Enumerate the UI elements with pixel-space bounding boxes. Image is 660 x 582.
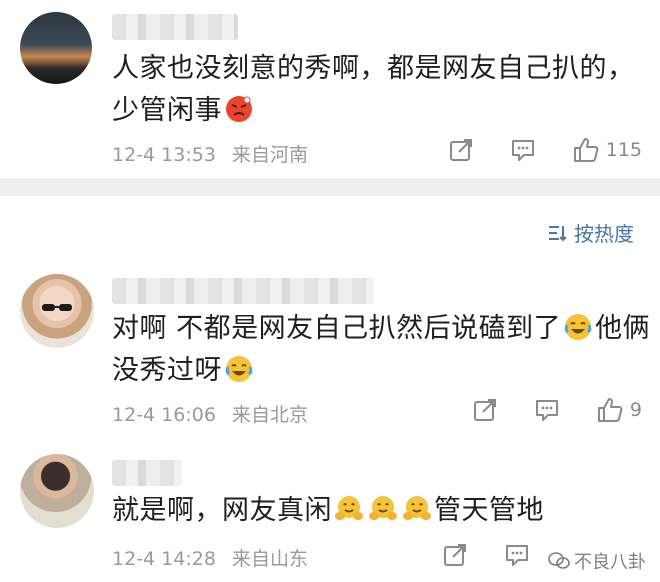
comment-text-line: 对啊 不都是网友自己扒然后说磕到了 他俩 xyxy=(112,313,651,344)
comment-text-line: 就是啊，网友真闲 管天管地 xyxy=(112,495,544,526)
watermark: 不良八卦 xyxy=(548,548,646,574)
avatar[interactable] xyxy=(20,12,92,84)
hug-emoji xyxy=(335,496,363,520)
comment-location: 来自山东 xyxy=(231,548,308,570)
share-icon xyxy=(444,544,466,566)
reply-button[interactable] xyxy=(510,137,536,163)
avatar[interactable] xyxy=(20,454,94,528)
comment-date: 12-4 14:28 xyxy=(112,548,216,570)
comment-actions xyxy=(406,542,530,568)
comment-location: 来自北京 xyxy=(231,404,308,426)
sort-label: 按热度 xyxy=(574,222,634,246)
comment-icon xyxy=(535,400,558,421)
share-button[interactable] xyxy=(448,137,474,163)
comment-location: 来自河南 xyxy=(231,144,308,166)
comment-icon xyxy=(511,140,534,161)
like-button[interactable]: 115 xyxy=(572,136,642,164)
comment-text-line: 没秀过呀 xyxy=(112,350,650,392)
comment-meta: 12-4 16:06 来自北京 xyxy=(112,400,318,427)
sort-icon xyxy=(549,225,567,241)
like-button[interactable]: 9 xyxy=(596,396,642,424)
sunglasses-icon xyxy=(42,304,72,311)
comment-date: 12-4 16:06 xyxy=(112,404,216,426)
hug-emoji xyxy=(369,496,397,520)
hug-emoji xyxy=(403,496,431,520)
avatar[interactable] xyxy=(20,274,94,348)
like-count: 115 xyxy=(605,139,642,161)
username-blurred[interactable] xyxy=(112,460,182,486)
wechat-icon xyxy=(548,552,570,569)
comment-meta: 12-4 14:28 来自山东 xyxy=(112,544,318,571)
share-button[interactable] xyxy=(472,397,498,423)
comment-date: 12-4 13:53 xyxy=(112,144,216,166)
share-icon xyxy=(473,399,496,421)
reply-button[interactable] xyxy=(534,397,560,423)
comment-meta: 12-4 13:53 来自河南 xyxy=(112,140,318,167)
comment-actions: 115 xyxy=(412,136,642,164)
comment-text: 对啊 不都是网友自己扒然后说磕到了 他俩 没秀过呀 xyxy=(112,308,650,392)
share-icon xyxy=(449,139,472,161)
comment-text: 就是啊，网友真闲 管天管地 xyxy=(112,490,544,532)
comment-text-line: 人家也没刻意的秀啊，都是网友自己扒的， xyxy=(112,53,635,84)
laugh-cry-emoji xyxy=(225,356,253,382)
reply-button[interactable] xyxy=(504,542,530,568)
comment-text: 人家也没刻意的秀啊，都是网友自己扒的， 少管闲事 xyxy=(112,48,635,132)
username-blurred[interactable] xyxy=(112,14,238,40)
sort-by-hot-button[interactable]: 按热度 xyxy=(546,218,634,247)
laugh-cry-emoji xyxy=(564,314,592,340)
thumbs-up-icon xyxy=(597,398,623,422)
section-divider xyxy=(0,178,660,196)
comment-actions: 9 xyxy=(436,396,642,424)
comment-text-line: 少管闲事 xyxy=(112,90,635,132)
like-count: 9 xyxy=(629,399,642,421)
share-button[interactable] xyxy=(442,542,468,568)
watermark-text: 不良八卦 xyxy=(574,552,646,573)
username-blurred[interactable] xyxy=(112,278,374,304)
comment-icon xyxy=(506,545,528,566)
thumbs-up-icon xyxy=(573,138,599,162)
angry-face-emoji xyxy=(226,96,252,122)
